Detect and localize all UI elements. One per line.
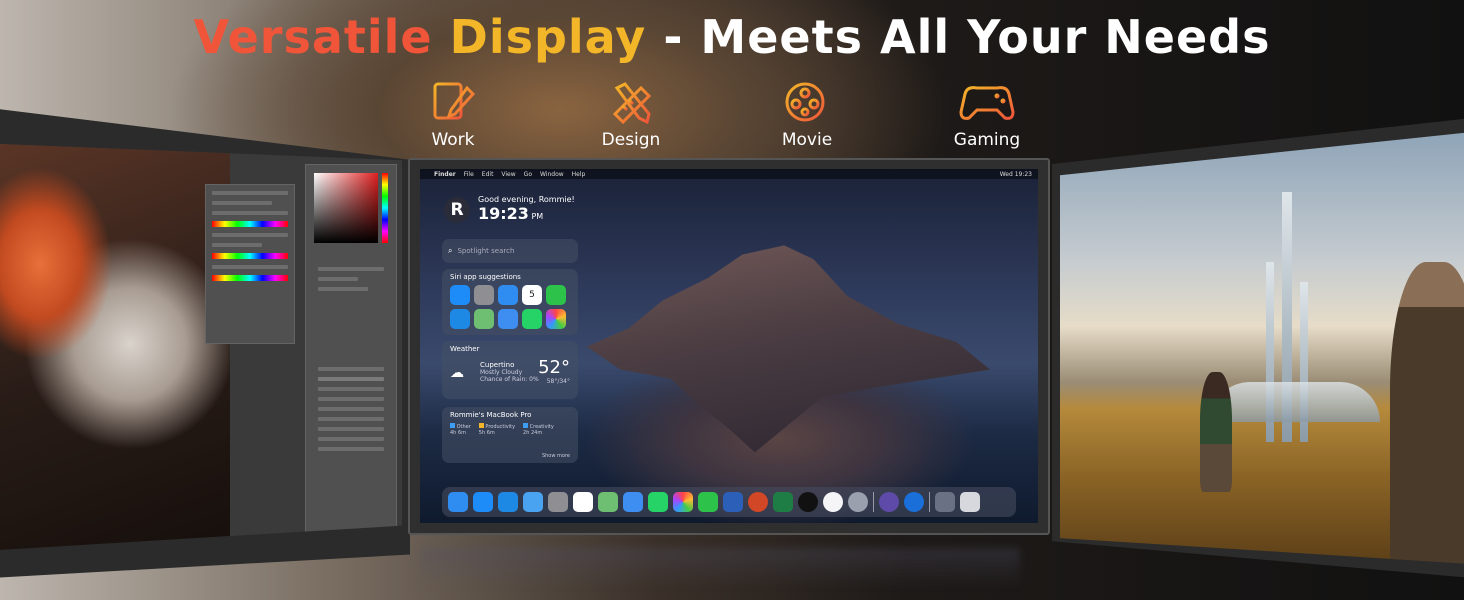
dock-word-icon[interactable] — [723, 492, 743, 512]
left-monitor — [0, 108, 410, 578]
category-design: Design — [571, 80, 691, 150]
category-label: Movie — [781, 130, 833, 150]
siri-title: Siri app suggestions — [450, 273, 521, 281]
spotlight-placeholder: Spotlight search — [457, 247, 515, 255]
greeting-ampm: PM — [531, 212, 544, 221]
dock-music-icon[interactable] — [823, 492, 843, 512]
man-figure — [1390, 262, 1464, 564]
headline-display: Display — [449, 10, 647, 64]
menu-go[interactable]: Go — [524, 171, 532, 178]
battery-title: Rommie's MacBook Pro — [450, 411, 532, 419]
search-icon: ⌕ — [448, 246, 453, 255]
dock-apple-tv-icon[interactable] — [798, 492, 818, 512]
menu-help[interactable]: Help — [572, 171, 586, 178]
weather-rain: Chance of Rain: 0% — [480, 376, 539, 383]
dock-whatsapp-icon[interactable] — [648, 492, 668, 512]
weather-condition: Mostly Cloudy — [480, 369, 523, 376]
user-logo: R — [444, 197, 470, 223]
dock-app-store-icon[interactable] — [473, 492, 493, 512]
ruler-pencil-icon — [612, 82, 652, 124]
battery-widget: Rommie's MacBook Pro Other 4h 6m Product… — [442, 407, 578, 463]
menu-view[interactable]: View — [501, 171, 515, 178]
category-work: Work — [393, 80, 513, 150]
photos-icon[interactable] — [546, 309, 566, 329]
safari-icon[interactable] — [450, 309, 470, 329]
category-gaming: Gaming — [927, 80, 1047, 150]
category-label: Work — [431, 130, 475, 150]
child-figure — [1200, 372, 1232, 492]
city-dome — [1210, 382, 1380, 422]
dock — [442, 487, 1016, 517]
dock-settings-icon[interactable] — [548, 492, 568, 512]
film-reel-icon — [785, 82, 829, 122]
finder-icon[interactable] — [498, 285, 518, 305]
battery-item-creativity: Creativity 2h 24m — [523, 423, 554, 436]
dock-launchpad-icon[interactable] — [848, 492, 868, 512]
dock-maps-icon[interactable] — [598, 492, 618, 512]
system-settings-icon[interactable] — [474, 285, 494, 305]
dock-calendar-icon[interactable] — [573, 492, 593, 512]
portrait-photo — [0, 144, 230, 550]
headline-tagline: - Meets All Your Needs — [663, 10, 1271, 64]
dock-messages-icon[interactable] — [523, 492, 543, 512]
weather-city: Cupertino — [480, 361, 515, 369]
category-movie: Movie — [747, 80, 867, 150]
dock-teamviewer-icon[interactable] — [904, 492, 924, 512]
menu-finder[interactable]: Finder — [434, 171, 456, 178]
weather-range: 58°/34° — [546, 378, 570, 385]
battery-item-productivity: Productivity 5h 6m — [478, 423, 516, 436]
calendar-icon[interactable]: 5 — [522, 285, 542, 305]
greeting-text: Good evening, Rommie! — [478, 195, 575, 204]
spotlight-search[interactable]: ⌕ Spotlight search — [442, 239, 578, 263]
color-picker[interactable] — [314, 173, 378, 243]
photo-editor-screen — [0, 144, 402, 550]
dock-powerpoint-icon[interactable] — [748, 492, 768, 512]
facetime-icon[interactable] — [546, 285, 566, 305]
mail-icon[interactable] — [498, 309, 518, 329]
headline-versatile: Versatile — [193, 10, 433, 64]
right-monitor — [1052, 118, 1464, 578]
menu-bar: Finder File Edit View Go Window Help Wed… — [420, 169, 1038, 179]
headline: Versatile Display - Meets All Your Needs — [0, 10, 1464, 64]
adjustment-panel — [205, 184, 295, 344]
maps-icon[interactable] — [474, 309, 494, 329]
floor-reflection — [420, 548, 1020, 588]
dock-downloads-icon[interactable] — [935, 492, 955, 512]
app-store-icon[interactable] — [450, 285, 470, 305]
category-label: Gaming — [953, 130, 1021, 150]
macos-desktop: Finder File Edit View Go Window Help Wed… — [420, 169, 1038, 523]
menu-window[interactable]: Window — [540, 171, 564, 178]
battery-item-other: Other 4h 6m — [450, 423, 471, 436]
dock-trash-icon[interactable] — [960, 492, 980, 512]
center-monitor: Finder File Edit View Go Window Help Wed… — [408, 158, 1050, 535]
menu-file[interactable]: File — [464, 171, 474, 178]
greeting-block: Good evening, Rommie! 19:23 PM — [478, 195, 575, 223]
gamepad-icon — [959, 86, 1015, 120]
dock-finder-icon[interactable] — [448, 492, 468, 512]
greeting-time: 19:23 — [478, 204, 529, 223]
category-label: Design — [601, 130, 661, 150]
dock-photos-icon[interactable] — [673, 492, 693, 512]
document-pen-icon — [433, 82, 476, 120]
dock-excel-icon[interactable] — [773, 492, 793, 512]
dock-safari-icon[interactable] — [498, 492, 518, 512]
whatsapp-icon[interactable] — [522, 309, 542, 329]
show-more-link[interactable]: Show more — [542, 453, 570, 459]
dock-facetime-icon[interactable] — [698, 492, 718, 512]
menu-edit[interactable]: Edit — [482, 171, 494, 178]
dock-mail-icon[interactable] — [623, 492, 643, 512]
weather-title: Weather — [450, 345, 480, 353]
movie-scene — [1060, 132, 1464, 564]
weather-temp: 52° — [538, 357, 570, 378]
weather-widget: Weather ☁ Cupertino Mostly Cloudy Chance… — [442, 341, 578, 399]
menubar-clock[interactable]: Wed 19:23 — [1000, 171, 1032, 178]
wallpaper-island — [586, 245, 990, 453]
siri-suggestions-widget: Siri app suggestions 5 — [442, 269, 578, 335]
cloud-icon: ☁ — [450, 365, 464, 381]
layers-panel — [305, 164, 397, 550]
dock-siri-icon[interactable] — [879, 492, 899, 512]
